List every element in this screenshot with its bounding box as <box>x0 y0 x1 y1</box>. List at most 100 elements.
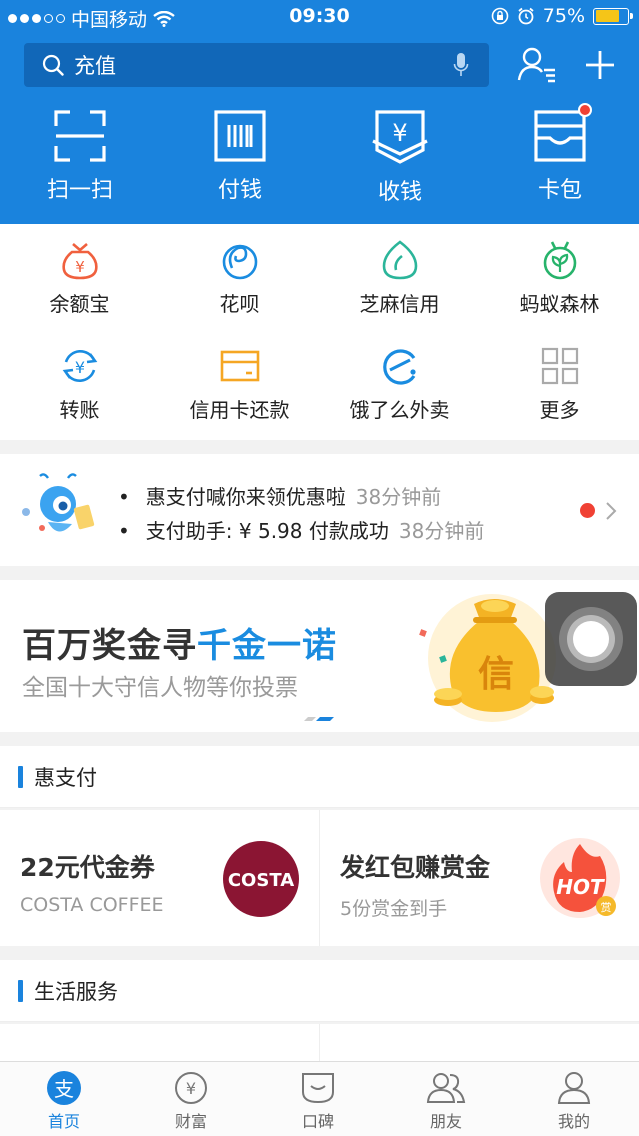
search-bar[interactable]: 充值 <box>24 43 489 87</box>
message-card[interactable]: • 惠支付喊你来领优惠啦 38分钟前 • 支付助手: ¥ 5.98 付款成功 38分钟前 <box>0 454 639 566</box>
card-wallet-icon <box>534 110 586 162</box>
carousel-indicator <box>304 717 334 721</box>
deal-title: 发红包赚赏金 <box>340 853 491 882</box>
battery-icon <box>593 7 633 25</box>
notification-dot <box>578 103 592 117</box>
tab-label: 首页 <box>47 1112 80 1131</box>
app-label: 余额宝 <box>49 292 110 316</box>
app-credit-card-repay[interactable]: 信用卡还款 <box>160 346 319 423</box>
huabei-icon <box>222 244 257 280</box>
svg-text:¥: ¥ <box>392 119 407 147</box>
apps-grid: ¥ 余额宝 花呗 芝麻信用 蚂蚁森林 ¥ 转账 信用卡还款 饿了么外卖 更多 <box>0 224 639 440</box>
alipay-home-screen: 中国移动 09:30 75% 充值 扫一扫 付钱 ¥ 收钱 卡包 ¥ 余额宝 花… <box>0 0 639 1136</box>
app-label: 更多 <box>539 398 580 422</box>
assistive-touch-button[interactable] <box>545 592 637 686</box>
ant-forest-icon <box>543 241 576 280</box>
section-header-life-services[interactable]: 生活服务 <box>0 960 639 1022</box>
message-line-2: • 支付助手: ¥ 5.98 付款成功 38分钟前 <box>118 519 485 543</box>
add-icon[interactable] <box>584 46 616 84</box>
app-label: 饿了么外卖 <box>349 398 450 422</box>
tab-label: 口碑 <box>301 1112 334 1131</box>
app-label: 花呗 <box>219 292 260 316</box>
app-yuebao[interactable]: ¥ 余额宝 <box>0 240 159 317</box>
deal-subtitle: COSTA COFFEE <box>20 894 164 916</box>
scan-icon <box>54 110 106 162</box>
tab-home[interactable]: 支 首页 <box>14 1070 114 1132</box>
more-grid-icon <box>541 347 578 385</box>
deal-subtitle: 5份赏金到手 <box>340 898 448 920</box>
tab-friends[interactable]: 朋友 <box>396 1070 496 1132</box>
app-more[interactable]: 更多 <box>480 346 639 423</box>
message-text: 惠支付喊你来领优惠啦 <box>145 485 346 509</box>
svg-text:¥: ¥ <box>75 258 85 276</box>
unread-dot <box>580 503 595 518</box>
profile-icon <box>557 1072 591 1104</box>
chevron-right-icon <box>606 502 617 520</box>
quick-pay[interactable]: 付钱 <box>180 110 300 204</box>
receive-money-icon: ¥ <box>372 110 428 164</box>
tab-label: 朋友 <box>429 1112 462 1131</box>
costa-logo: COSTA <box>223 841 299 917</box>
friends-icon <box>426 1073 466 1103</box>
quick-card-wallet[interactable]: 卡包 <box>500 103 620 204</box>
life-services-content <box>0 1024 639 1064</box>
section-title: 生活服务 <box>34 980 118 1004</box>
tab-koubei[interactable]: 口碑 <box>268 1070 368 1132</box>
message-time: 38分钟前 <box>398 519 485 543</box>
app-label: 蚂蚁森林 <box>519 292 600 316</box>
svg-text:支: 支 <box>54 1077 74 1101</box>
deal-costa[interactable]: 22元代金券 COSTA COFFEE COSTA <box>0 810 319 946</box>
microphone-icon[interactable] <box>453 52 469 78</box>
app-huabei[interactable]: 花呗 <box>160 240 319 317</box>
app-transfer[interactable]: ¥ 转账 <box>0 346 159 423</box>
quick-receive[interactable]: ¥ 收钱 <box>340 110 460 206</box>
alarm-icon <box>518 7 534 25</box>
message-text: 支付助手: ¥ 5.98 付款成功 <box>145 519 389 543</box>
promo-banner[interactable]: 百万奖金寻千金一诺 全国十大守信人物等你投票 信 <box>0 580 639 732</box>
banner-subtitle: 全国十大守信人物等你投票 <box>22 675 298 701</box>
contacts-icon[interactable] <box>517 46 557 84</box>
search-placeholder: 充值 <box>74 54 116 78</box>
battery-percent: 75% <box>542 5 585 27</box>
quick-pay-label: 付钱 <box>217 178 262 203</box>
tab-label: 财富 <box>174 1112 207 1131</box>
assistive-touch-icon <box>559 607 623 671</box>
app-ant-forest[interactable]: 蚂蚁森林 <box>480 240 639 317</box>
bag-char: 信 <box>478 654 514 695</box>
tab-wealth[interactable]: ¥ 财富 <box>141 1070 241 1132</box>
app-label: 芝麻信用 <box>359 292 440 316</box>
eleme-icon <box>382 349 416 385</box>
quick-card-wallet-label: 卡包 <box>537 178 582 203</box>
header: 中国移动 09:30 75% 充值 扫一扫 付钱 ¥ 收钱 卡包 <box>0 0 639 224</box>
bottom-tab-bar: 支 首页 ¥ 财富 口碑 朋友 我的 <box>0 1061 639 1136</box>
ant-mascot-icon <box>22 473 95 532</box>
svg-text:¥: ¥ <box>74 358 84 377</box>
svg-text:COSTA: COSTA <box>228 870 294 891</box>
quick-scan[interactable]: 扫一扫 <box>20 110 140 204</box>
app-sesame-credit[interactable]: 芝麻信用 <box>320 240 479 317</box>
deal-red-packet[interactable]: 发红包赚赏金 5份赏金到手 HOT 赏 <box>320 810 639 946</box>
alipay-home-icon: 支 <box>47 1071 81 1105</box>
message-time: 38分钟前 <box>355 485 442 509</box>
status-right: 75% <box>491 5 633 27</box>
deal-title: 22元代金券 <box>20 853 155 882</box>
app-eleme[interactable]: 饿了么外卖 <box>320 346 479 423</box>
deals-row: 22元代金券 COSTA COFFEE COSTA 发红包赚赏金 5份赏金到手 … <box>0 810 639 946</box>
svg-text:¥: ¥ <box>186 1079 196 1098</box>
quick-scan-label: 扫一扫 <box>46 178 113 203</box>
sesame-credit-icon <box>382 240 417 280</box>
koubei-icon <box>302 1073 334 1104</box>
lucky-bag-icon: 信 <box>419 594 556 722</box>
banner-title: 百万奖金寻千金一诺 <box>22 626 337 666</box>
rotation-lock-icon <box>491 7 509 25</box>
wealth-icon: ¥ <box>175 1072 207 1104</box>
quick-receive-label: 收钱 <box>377 180 422 205</box>
app-label: 信用卡还款 <box>189 398 290 422</box>
tab-label: 我的 <box>557 1112 590 1131</box>
tab-profile[interactable]: 我的 <box>524 1070 624 1132</box>
svg-text:赏: 赏 <box>601 901 612 914</box>
section-header-huizhifu[interactable]: 惠支付 <box>0 746 639 808</box>
message-line-1: • 惠支付喊你来领优惠啦 38分钟前 <box>118 485 442 509</box>
credit-card-icon <box>220 350 259 382</box>
status-bar: 中国移动 09:30 75% <box>0 0 639 34</box>
